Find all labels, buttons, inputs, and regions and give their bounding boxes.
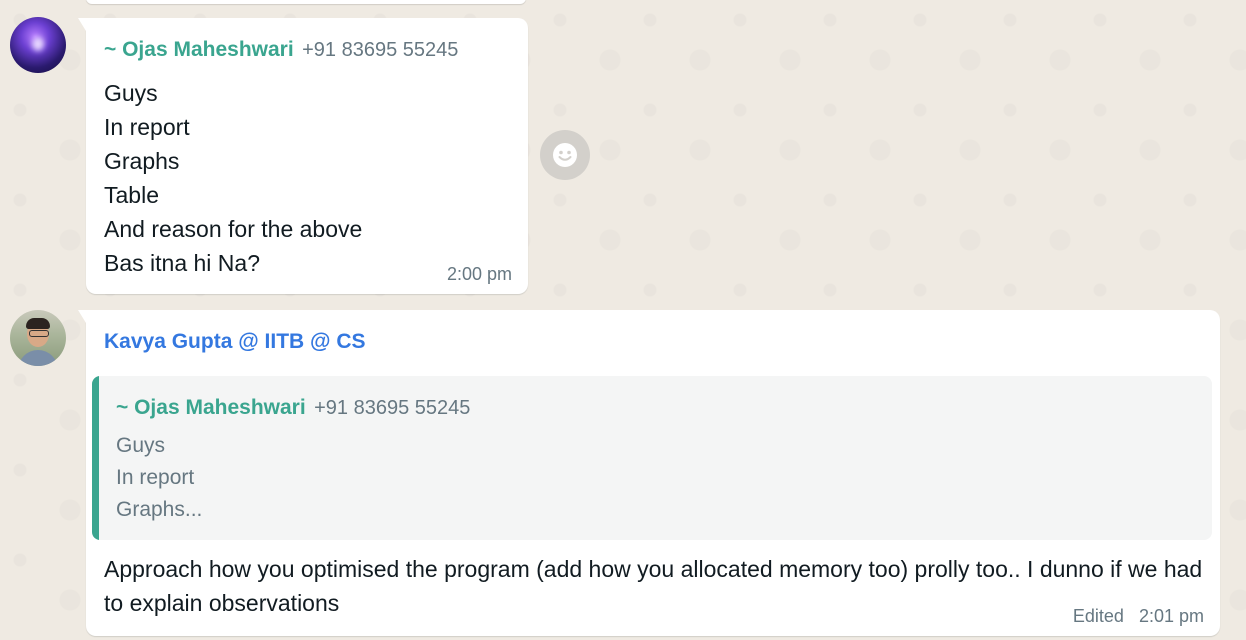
message-line: And reason for the above <box>104 216 363 242</box>
sender-name[interactable]: ~ Ojas Maheshwari <box>104 38 294 61</box>
edited-label: Edited <box>1072 606 1124 626</box>
message-bubble[interactable]: ~ Ojas Maheshwari +91 83695 55245 Guys I… <box>78 18 528 294</box>
quoted-sender-line: ~ Ojas Maheshwari +91 83695 55245 <box>116 396 470 420</box>
quoted-text: Guys In report Graphs... <box>116 430 202 526</box>
bubble-tail <box>78 18 86 31</box>
message-line: Guys <box>104 80 158 106</box>
sender-line: ~ Ojas Maheshwari +91 83695 55245 <box>104 38 458 62</box>
message-text: Guys In report Graphs Table And reason f… <box>104 76 362 280</box>
quoted-sender-name: ~ Ojas Maheshwari <box>116 396 306 419</box>
quoted-line: Graphs... <box>116 498 203 521</box>
quoted-sender-phone: +91 83695 55245 <box>314 397 471 419</box>
bubble-tail <box>78 310 86 323</box>
sender-avatar-kavya[interactable] <box>10 310 66 366</box>
quoted-line: Guys <box>116 434 166 457</box>
react-button[interactable] <box>540 130 590 180</box>
quoted-message[interactable]: ~ Ojas Maheshwari +91 83695 55245 Guys I… <box>92 376 1212 540</box>
message-line: Graphs <box>104 148 180 174</box>
message-bubble[interactable]: Kavya Gupta @ IITB @ CS ~ Ojas Maheshwar… <box>78 310 1220 636</box>
quoted-line: In report <box>116 466 195 489</box>
message-line: Table <box>104 182 159 208</box>
avatar-hair <box>26 318 50 329</box>
sender-line: Kavya Gupta @ IITB @ CS <box>104 330 366 354</box>
smiley-icon <box>553 143 577 167</box>
avatar-glow <box>32 37 44 51</box>
message-time: 2:00 pm <box>446 264 512 284</box>
sender-name[interactable]: Kavya Gupta @ IITB @ CS <box>104 330 366 353</box>
message-text: Approach how you optimised the program (… <box>104 556 1203 616</box>
avatar-glasses <box>29 330 49 337</box>
message-meta: Edited 2:01 pm <box>1073 606 1204 627</box>
message-line: In report <box>104 114 190 140</box>
sender-avatar-ojas[interactable] <box>10 17 66 73</box>
quote-accent-bar <box>92 376 99 540</box>
avatar-shirt <box>18 350 58 366</box>
message-line: Bas itna hi Na? <box>104 250 260 276</box>
previous-message-bubble-edge <box>86 0 526 4</box>
message-time: 2:01 pm <box>1138 606 1204 626</box>
sender-phone: +91 83695 55245 <box>302 39 459 61</box>
